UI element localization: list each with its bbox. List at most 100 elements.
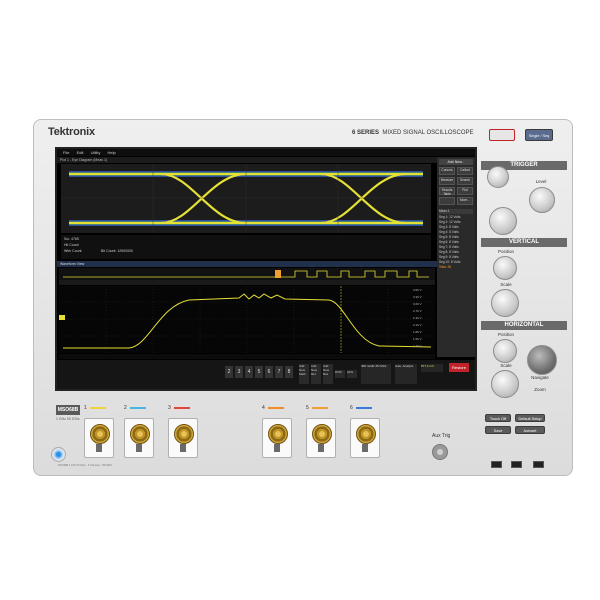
trigger-knob-small[interactable] [487,166,509,188]
aux-trig-label: Aux Trig [432,433,451,439]
menu-help[interactable]: Help [108,150,116,155]
menu-utility[interactable]: Utility [91,150,101,155]
meas-title[interactable]: Meas 1 [439,209,473,214]
run-stop-button[interactable] [489,129,515,141]
vertical-position-knob[interactable] [493,256,517,280]
digit-4[interactable]: 4 [245,366,253,378]
info-line-2: Hit Count [64,243,79,247]
info-line-1: Scr. 4765 [64,237,79,241]
time-axis [59,354,435,359]
digit-3[interactable]: 3 [235,366,243,378]
trigger-value[interactable]: 877.2 mV [421,364,443,372]
bnc-connector-icon [174,424,194,444]
usb-port-2[interactable] [511,461,522,468]
dvm-button[interactable]: DVM [335,370,345,378]
bnc-connector-icon [130,424,150,444]
channel-2-input[interactable] [124,418,154,458]
measure-button[interactable]: Measure [439,177,455,185]
vertical-position-label: Position [497,249,514,254]
display-screen[interactable]: File Edit Utility Help Plot 1 - Eye Diag… [55,147,477,391]
cursors-button[interactable]: Cursors [439,167,455,175]
digit-8[interactable]: 8 [285,366,293,378]
restore-button[interactable]: Restore [449,363,469,372]
eye-diagram-plot[interactable] [61,164,431,233]
menu-file[interactable]: File [63,150,69,155]
navigate-knob[interactable] [527,345,557,375]
digit-6[interactable]: 6 [265,366,273,378]
ch1-marker [59,315,65,320]
afg-button[interactable]: AFG [347,370,357,378]
volt-tick-5: 2.10 V [413,323,422,327]
channel-4-input[interactable] [262,418,292,458]
volt-tick-0: 3.60 V [413,288,422,292]
channel-6-input[interactable] [350,418,380,458]
more-button[interactable]: More... [457,197,473,205]
plot-button[interactable]: Plot [457,187,473,195]
aux-trig-connector[interactable] [432,444,448,460]
digital-pulses [289,270,429,278]
digit-5[interactable]: 5 [255,366,263,378]
channel-2-color [130,407,146,409]
channel-5-input[interactable] [306,418,336,458]
ch1-trace [63,293,432,349]
blank-button[interactable] [439,197,455,205]
bnc-connector-icon [312,424,332,444]
callout-button[interactable]: Callout [457,167,473,175]
volt-tick-3: 2.70 V [413,309,422,313]
digit-2[interactable]: 2 [225,366,233,378]
results-pane[interactable]: Add New... Cursors Callout Measure Searc… [437,157,475,357]
eye-plot-header[interactable]: Plot 1 - Eye Diagram (Meas 1) [57,157,437,163]
trigger-level-knob[interactable] [529,187,555,213]
analog-waveform-plot[interactable]: 3.60 V 3.30 V 3.00 V 2.70 V 2.40 V 2.10 … [59,286,435,353]
channel-6-label: 6 [350,405,353,411]
volt-ticks: 3.60 V 3.30 V 3.00 V 2.70 V 2.40 V 2.10 … [413,288,422,348]
results-table-button[interactable]: Results Table [439,187,455,196]
channel-1-input[interactable] [84,418,114,458]
settings-bar[interactable]: 2 3 4 5 6 7 8 Add New Math Add New Ref A… [57,360,475,389]
time-overview-bar[interactable] [59,280,435,285]
channel-3-label: 3 [168,405,171,411]
probe-interface-icon [136,444,142,452]
channel-3-input[interactable] [168,418,198,458]
control-panel: Single / Seq TRIGGER Level VERTICAL Posi… [481,125,567,470]
touch-off-button[interactable]: Touch Off [485,414,511,422]
eye-info-panel: Scr. 4765 Hit Count Wfm Count Bit Count:… [61,235,431,259]
save-button[interactable]: Save [485,426,511,434]
menu-edit[interactable]: Edit [77,150,84,155]
bnc-connector-icon [268,424,288,444]
volt-tick-8: 1.20 V [413,344,422,348]
horizontal-scale-knob[interactable] [491,370,519,398]
channel-1-label: 1 [84,405,87,411]
default-setup-button[interactable]: Default Setup [515,414,545,422]
add-new-button[interactable]: Add New... [439,159,473,165]
digital-bus-row[interactable] [59,268,435,280]
menu-bar: File Edit Utility Help [57,149,475,156]
waveform-view-header[interactable]: Waveform View [57,261,437,267]
info-line-3: Wfm Count [64,249,82,253]
add-new-math[interactable]: Add New Math [299,364,309,384]
vertical-scale-knob[interactable] [491,289,519,317]
search-button[interactable]: Search [457,177,473,185]
multipurpose-knob[interactable] [489,207,517,235]
power-button[interactable] [51,447,66,462]
usb-port-1[interactable] [491,461,502,468]
volt-tick-2: 3.00 V [413,302,422,306]
add-new-ref[interactable]: Add New Ref [311,364,321,384]
horizontal-position-knob[interactable] [493,339,517,363]
trigger-badge[interactable]: Auto, Analyze [395,364,417,384]
channel-4-label: 4 [262,405,265,411]
digit-7[interactable]: 7 [275,366,283,378]
series-label: 6 SERIES MIXED SIGNAL OSCILLOSCOPE [352,130,474,136]
horizontal-header: HORIZONTAL [481,321,567,330]
channel-6-color [356,407,372,409]
channel-4-color [268,407,284,409]
add-new-bus[interactable]: Add New Bus [323,364,333,384]
channel-5-color [312,407,328,409]
channel-2-label: 2 [124,405,127,411]
probe-interface-icon [362,444,368,452]
channel-3-color [174,407,190,409]
usb-port-3[interactable] [533,461,544,468]
single-seq-button[interactable]: Single / Seq [525,129,553,141]
autoset-button[interactable]: Autoset [515,426,545,434]
acquisition-badge[interactable]: 400 ns/div 25 GS/s [361,364,391,384]
